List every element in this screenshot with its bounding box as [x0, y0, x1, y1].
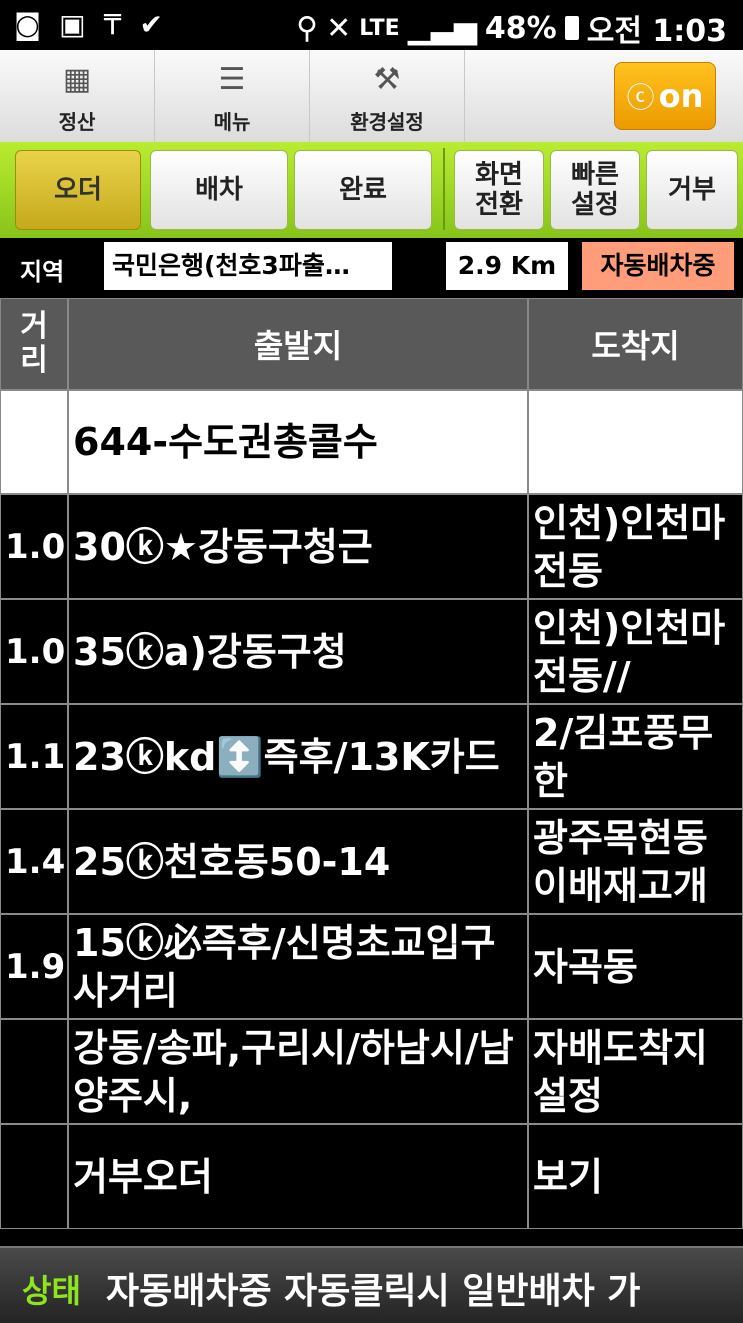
cell-from: 15ⓚ必즉후/신명초교입구사거리	[68, 914, 528, 1019]
battery-text: 48%	[484, 10, 557, 46]
cell-from: 23ⓚkd↕️즉후/13K카드	[68, 704, 528, 809]
cell-to: 2/김포풍무한	[528, 704, 743, 809]
cell-distance	[0, 1019, 68, 1124]
cell-to	[528, 390, 743, 494]
tab-quick-settings[interactable]: 빠른 설정	[550, 150, 640, 230]
notification-icon: ◙	[14, 8, 42, 41]
tab-complete[interactable]: 완료	[294, 150, 432, 230]
image-icon: ▣	[59, 8, 86, 41]
status-left-icons: ◙ ▣ ₸ ✔	[14, 8, 163, 42]
header-to: 도착지	[528, 298, 743, 390]
cell-to: 광주목현동이배재고개	[528, 809, 743, 914]
cell-from: 644-수도권총콜수	[68, 390, 528, 494]
cell-to: 자배도착지설정	[528, 1019, 743, 1124]
cell-distance	[0, 390, 68, 494]
tab-switch-screen[interactable]: 화면 전환	[454, 150, 544, 230]
table-row[interactable]: 1.9 15ⓚ必즉후/신명초교입구사거리 자곡동	[0, 914, 743, 1019]
cell-from: 35ⓚa)강동구청	[68, 599, 528, 704]
cell-to: 보기	[528, 1124, 743, 1229]
cell-to: 인천)인천마전동//	[528, 599, 743, 704]
tab-dispatch[interactable]: 배차	[150, 150, 288, 230]
table-row[interactable]: 1.0 35ⓚa)강동구청 인천)인천마전동//	[0, 599, 743, 704]
signal-icon: ⓒ	[626, 81, 655, 114]
table-row[interactable]: 1.0 30ⓚ★강동구청근 인천)인천마전동	[0, 494, 743, 599]
tab-divider	[443, 148, 445, 230]
table-row[interactable]: 644-수도권총콜수	[0, 390, 743, 494]
header-distance: 거리	[0, 298, 68, 390]
cell-from: 30ⓚ★강동구청근	[68, 494, 528, 599]
cell-distance: 1.1	[0, 704, 68, 809]
location-icon: ⚲	[296, 10, 319, 46]
distance-select[interactable]: 2.9 Km	[446, 242, 568, 290]
cell-distance	[0, 1124, 68, 1229]
table-row[interactable]: 강동/송파,구리시/하남시/남양주시, 자배도착지설정	[0, 1019, 743, 1124]
table-row[interactable]: 1.1 23ⓚkd↕️즉후/13K카드 2/김포풍무한	[0, 704, 743, 809]
status-footer: 상태 자동배차중 자동클릭시 일반배차 가	[0, 1246, 743, 1323]
t-icon: ₸	[103, 8, 122, 41]
signal-icon: ▁▃▅	[407, 10, 477, 46]
table-row[interactable]: 거부오더 보기	[0, 1124, 743, 1229]
tools-icon: ⚒	[373, 62, 401, 97]
cell-from: 25ⓚ천호동50-14	[68, 809, 528, 914]
check-icon: ✔	[139, 8, 163, 41]
clock: 오전 1:03	[586, 14, 727, 49]
network-label: LTE	[359, 15, 400, 41]
cell-distance: 1.9	[0, 914, 68, 1019]
menu-button[interactable]: ☰ 메뉴	[155, 50, 310, 142]
cell-from: 거부오더	[68, 1124, 528, 1229]
region-bar: 지역 국민은행(천호3파출… 2.9 Km 자동배차중	[0, 238, 743, 296]
cell-distance: 1.0	[0, 599, 68, 704]
cell-from: 강동/송파,구리시/하남시/남양주시,	[68, 1019, 528, 1124]
settlement-button[interactable]: ▦ 정산	[0, 50, 155, 142]
cell-distance: 1.0	[0, 494, 68, 599]
footer-status-text: 자동배차중 자동클릭시 일반배차 가	[106, 1271, 641, 1312]
cell-to: 인천)인천마전동	[528, 494, 743, 599]
region-select[interactable]: 국민은행(천호3파출…	[104, 242, 392, 290]
tab-reject[interactable]: 거부	[646, 150, 738, 230]
calculator-icon: ▦	[62, 62, 92, 97]
tab-order[interactable]: 오더	[15, 150, 141, 230]
battery-icon	[564, 16, 579, 40]
mute-icon: ✕	[326, 10, 352, 46]
status-bar: ◙ ▣ ₸ ✔ ⚲ ✕ LTE ▁▃▅ 48% 오전 1:03	[0, 0, 743, 50]
region-label: 지역	[20, 258, 65, 286]
status-right: ⚲ ✕ LTE ▁▃▅ 48% 오전 1:03	[296, 6, 727, 50]
cell-distance: 1.4	[0, 809, 68, 914]
auto-dispatch-status[interactable]: 자동배차중	[582, 242, 734, 290]
menu-list-icon: ☰	[218, 62, 246, 97]
tab-bar: 오더 배차 완료 화면 전환 빠른 설정 거부	[0, 142, 743, 238]
settings-button[interactable]: ⚒ 환경설정	[310, 50, 465, 142]
cell-to: 자곡동	[528, 914, 743, 1019]
on-toggle-button[interactable]: ⓒ on	[614, 62, 716, 130]
header-from: 출발지	[68, 298, 528, 390]
table-row[interactable]: 1.4 25ⓚ천호동50-14 광주목현동이배재고개	[0, 809, 743, 914]
footer-status-label: 상태	[22, 1272, 81, 1310]
